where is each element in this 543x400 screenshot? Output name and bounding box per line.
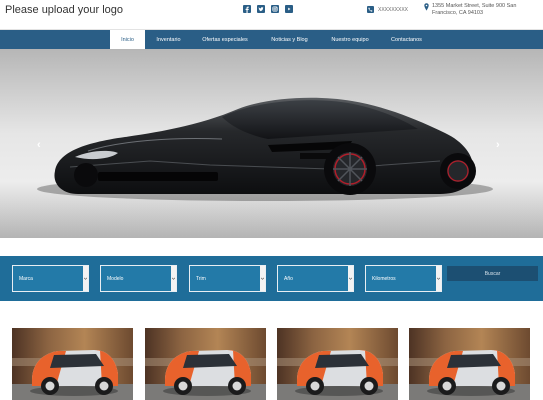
chevron-down-icon bbox=[261, 277, 264, 280]
nav-item-contactanos[interactable]: Contactanos bbox=[379, 30, 434, 49]
year-select[interactable]: Año bbox=[277, 265, 354, 292]
chevron-down-icon bbox=[437, 277, 440, 280]
twitter-icon[interactable] bbox=[257, 5, 265, 13]
hero-slider: ‹ › bbox=[0, 49, 543, 238]
top-bar: Please upload your logo XXXXXXXXX 1355 M… bbox=[0, 0, 543, 30]
mileage-select-label: Kilometros bbox=[372, 276, 396, 282]
address-text: 1355 Market Street, Suite 900 San Franci… bbox=[432, 3, 517, 16]
chevron-down-icon bbox=[172, 277, 175, 280]
listing-car-image bbox=[12, 328, 133, 400]
slider-prev-arrow[interactable]: ‹ bbox=[37, 139, 41, 151]
chevron-down-icon bbox=[84, 277, 87, 280]
main-navbar: Inicio Inventario Ofertas especiales Not… bbox=[0, 30, 543, 49]
phone-contact[interactable]: XXXXXXXXX bbox=[367, 6, 408, 13]
nav-item-noticias-blog[interactable]: Noticias y Blog bbox=[258, 30, 321, 49]
make-select[interactable]: Marca bbox=[12, 265, 89, 292]
social-links bbox=[243, 5, 293, 13]
address-contact: 1355 Market Street, Suite 900 San Franci… bbox=[424, 3, 540, 17]
model-select[interactable]: Modelo bbox=[100, 265, 177, 292]
year-select-handle[interactable] bbox=[348, 266, 353, 291]
listing-car-image bbox=[409, 328, 530, 400]
make-select-label: Marca bbox=[19, 276, 33, 282]
search-button[interactable]: Buscar bbox=[447, 266, 538, 281]
nav-item-ofertas-especiales[interactable]: Ofertas especiales bbox=[192, 30, 258, 49]
facebook-icon[interactable] bbox=[243, 5, 251, 13]
nav-item-inventario[interactable]: Inventario bbox=[145, 30, 192, 49]
vehicle-listing[interactable] bbox=[277, 328, 398, 400]
logo-placeholder[interactable]: Please upload your logo bbox=[5, 4, 123, 16]
year-select-label: Año bbox=[284, 276, 293, 282]
mileage-select-handle[interactable] bbox=[436, 266, 441, 291]
instagram-icon[interactable] bbox=[271, 5, 279, 13]
model-select-label: Modelo bbox=[107, 276, 124, 282]
vehicle-listing[interactable] bbox=[145, 328, 266, 400]
nav-item-nuestro-equipo[interactable]: Nuestro equipo bbox=[321, 30, 379, 49]
listing-car-image bbox=[145, 328, 266, 400]
vehicle-listing[interactable] bbox=[12, 328, 133, 400]
nav-item-inicio[interactable]: Inicio bbox=[110, 30, 145, 49]
vehicle-search-form: Marca Modelo Trim Año Kilometros Buscar bbox=[0, 256, 543, 301]
vehicle-listing[interactable] bbox=[409, 328, 530, 400]
map-pin-icon bbox=[424, 3, 429, 11]
youtube-icon[interactable] bbox=[285, 5, 293, 13]
make-select-handle[interactable] bbox=[83, 266, 88, 291]
listing-car-image bbox=[277, 328, 398, 400]
chevron-down-icon bbox=[349, 277, 352, 280]
phone-icon bbox=[367, 6, 374, 13]
trim-select[interactable]: Trim bbox=[189, 265, 266, 292]
trim-select-label: Trim bbox=[196, 276, 206, 282]
trim-select-handle[interactable] bbox=[260, 266, 265, 291]
slider-next-arrow[interactable]: › bbox=[496, 139, 500, 151]
phone-number: XXXXXXXXX bbox=[378, 6, 409, 13]
hero-car-image bbox=[37, 97, 493, 201]
model-select-handle[interactable] bbox=[171, 266, 176, 291]
nav-menu: Inicio Inventario Ofertas especiales Not… bbox=[110, 30, 434, 49]
mileage-select[interactable]: Kilometros bbox=[365, 265, 442, 292]
